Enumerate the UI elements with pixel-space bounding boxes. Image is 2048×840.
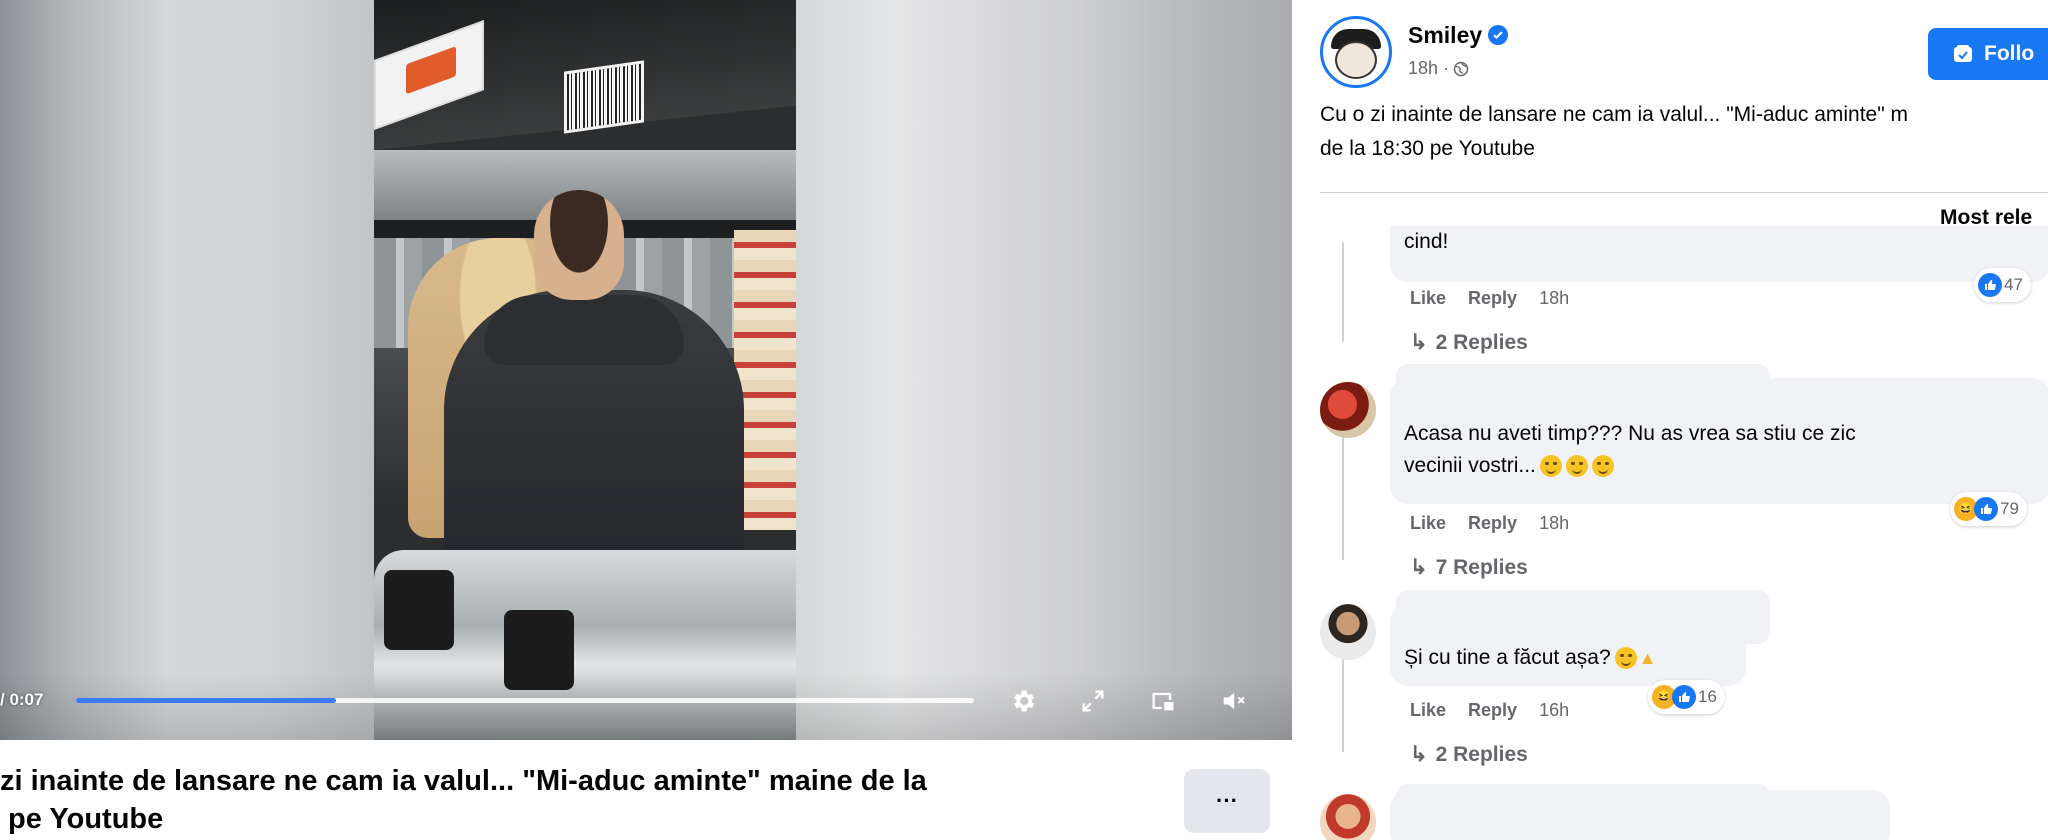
reply-button[interactable]: Reply <box>1468 288 1517 309</box>
expand-icon <box>1082 690 1104 712</box>
video-progress-fill <box>76 698 337 703</box>
reply-arrow-icon: ↳ <box>1410 556 1428 579</box>
comment-bubble: cind! <box>1390 226 2048 282</box>
like-button[interactable]: Like <box>1410 513 1446 534</box>
replies-label: 2 Replies <box>1435 742 1528 766</box>
comment-bubble: Și cu tine a făcut așa? ▲ <box>1390 604 1746 686</box>
smirk-emoji-icon <box>1539 455 1562 478</box>
reaction-count: 79 <box>2000 499 2019 518</box>
smirk-emoji-icon <box>1565 455 1588 478</box>
video-blur-left <box>0 0 374 740</box>
bottle-cap <box>384 570 454 650</box>
person-man-head <box>534 190 624 300</box>
video-frame <box>374 0 796 740</box>
post-meta: 18h · <box>1408 58 1469 79</box>
praying-hands-icon: ▲ <box>1638 648 1657 668</box>
comment-text-line: vecinii vostri... <box>1404 450 2036 482</box>
caption-line: zi inainte de lansare ne cam ia valul...… <box>0 765 927 797</box>
person-man-hood <box>484 295 684 365</box>
follow-page-icon <box>1954 45 1972 62</box>
thread-line <box>1342 242 1344 342</box>
comment-time[interactable]: 18h <box>1539 513 1569 534</box>
video-time-display: / 0:07 <box>0 690 44 709</box>
page-avatar[interactable] <box>1320 16 1392 88</box>
picture-in-picture-icon <box>1152 692 1174 711</box>
comment-actions: Like Reply 18h <box>1410 288 1569 309</box>
commenter-avatar[interactable] <box>1320 794 1376 840</box>
comment-actions: Like Reply 18h <box>1410 513 1569 534</box>
follow-label: Follo <box>1984 42 2035 65</box>
globe-icon <box>1453 61 1469 76</box>
comment-text: cind! <box>1404 230 1449 253</box>
smirk-emoji-icon <box>1591 455 1614 478</box>
reply-arrow-icon: ↳ <box>1410 743 1428 766</box>
follow-button[interactable]: Follo <box>1928 28 2048 80</box>
video-player[interactable]: / 0:07 <box>0 0 1292 740</box>
comment-text: vecinii vostri... <box>1404 454 1536 477</box>
replies-label: 2 Replies <box>1435 330 1528 354</box>
reply-button[interactable]: Reply <box>1468 700 1517 721</box>
comment-time[interactable]: 18h <box>1539 288 1569 309</box>
comment-reactions[interactable]: 47 <box>1974 268 2031 302</box>
replies-label: 7 Replies <box>1435 555 1528 579</box>
post-text-line: de la 18:30 pe Youtube <box>1320 137 1535 160</box>
comment-reactions[interactable]: 😆 16 <box>1648 680 1725 714</box>
commenter-avatar[interactable] <box>1320 382 1376 438</box>
like-reaction-icon <box>1672 685 1696 709</box>
muted-speaker-icon <box>1223 692 1245 710</box>
post-panel: Smiley 18h · Follo Cu o zi inainte de la… <box>1292 0 2048 840</box>
comment-actions: Like Reply 16h <box>1410 700 1569 721</box>
reaction-count: 47 <box>2004 275 2023 294</box>
post-time[interactable]: 18h · <box>1408 58 1449 79</box>
screenshot-root: / 0:07 zi inainte de lansare ne cam ia v… <box>0 0 2048 840</box>
video-caption: zi inainte de lansare ne cam ia valul...… <box>0 762 1150 838</box>
volume-button[interactable] <box>1218 686 1248 716</box>
like-button[interactable]: Like <box>1410 700 1446 721</box>
like-reaction-icon <box>1974 497 1998 521</box>
comment-bubble: Acasa nu aveti timp??? Nu as vrea sa sti… <box>1390 378 2048 504</box>
commenter-avatar[interactable] <box>1320 604 1376 660</box>
divider <box>1320 192 2048 193</box>
thread-line <box>1342 652 1344 752</box>
video-progress-bar[interactable] <box>76 698 974 703</box>
caption-line: pe Youtube <box>0 803 164 835</box>
view-replies-button[interactable]: ↳ 7 Replies <box>1410 555 1528 580</box>
comment-text-line: Acasa nu aveti timp??? Nu as vrea sa sti… <box>1404 422 1856 445</box>
view-replies-button[interactable]: ↳ 2 Replies <box>1410 742 1528 767</box>
post-text-line: Cu o zi inainte de lansare ne cam ia val… <box>1320 103 1909 126</box>
miniplayer-button[interactable] <box>1148 686 1178 716</box>
page-name-link[interactable]: Smiley <box>1408 22 1482 49</box>
post-text: Cu o zi inainte de lansare ne cam ia val… <box>1320 98 2048 166</box>
fullscreen-button[interactable] <box>1078 686 1108 716</box>
avatar-face <box>1335 41 1377 79</box>
gear-icon <box>1014 690 1035 712</box>
video-blur-right <box>796 0 1292 740</box>
comment-reactions[interactable]: 😆 79 <box>1950 492 2027 526</box>
verified-badge-icon <box>1488 25 1508 45</box>
barcode-label <box>564 60 644 134</box>
like-reaction-icon <box>1978 273 2002 297</box>
reply-button[interactable]: Reply <box>1468 513 1517 534</box>
comment-text: Și cu tine a făcut așa? <box>1404 646 1611 669</box>
like-button[interactable]: Like <box>1410 288 1446 309</box>
view-replies-button[interactable]: ↳ 2 Replies <box>1410 330 1528 355</box>
comment-time[interactable]: 16h <box>1539 700 1569 721</box>
reply-arrow-icon: ↳ <box>1410 331 1428 354</box>
reaction-count: 16 <box>1698 687 1717 706</box>
laughing-emoji-icon <box>1614 647 1637 670</box>
comment-bubble <box>1390 790 1890 840</box>
more-options-button[interactable]: ··· <box>1184 769 1270 833</box>
settings-button[interactable] <box>1008 686 1038 716</box>
thread-line <box>1342 430 1344 560</box>
